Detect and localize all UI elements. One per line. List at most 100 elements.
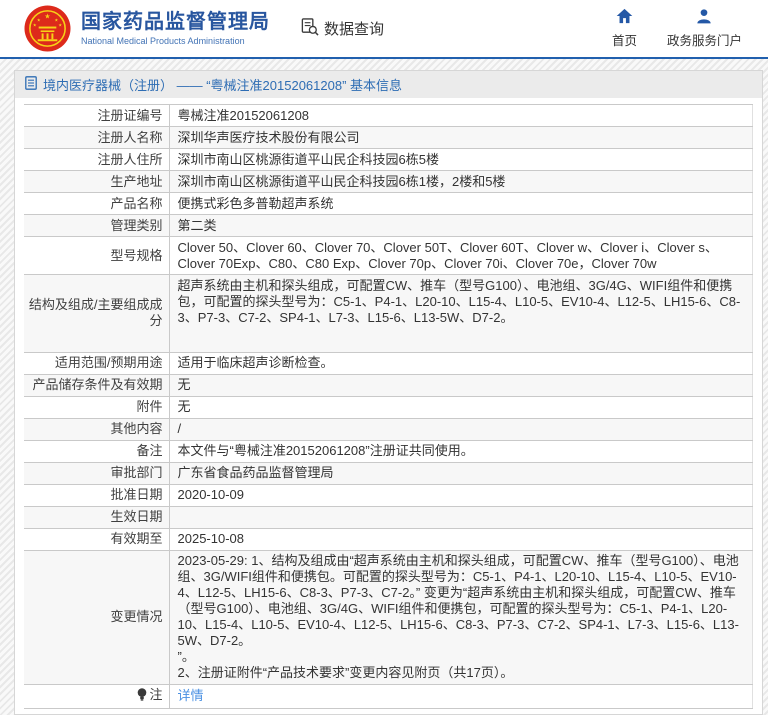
table-row: 产品名称 便携式彩色多普勒超声系统 bbox=[24, 192, 753, 215]
row-value: Clover 50、Clover 60、Clover 70、Clover 50T… bbox=[177, 239, 718, 271]
row-label-text: 附件 bbox=[136, 399, 163, 414]
row-value: 深圳华声医疗技术股份有限公司 bbox=[177, 129, 360, 145]
row-value: 广东省食品药品监督管理局 bbox=[177, 465, 334, 480]
row-value: 本文件与“粤械注准20152061208”注册证共同使用。 bbox=[177, 443, 474, 458]
row-label-text: 产品储存条件及有效期 bbox=[32, 377, 163, 392]
svg-text:★: ★ bbox=[37, 18, 41, 23]
row-value: 便携式彩色多普勒超声系统 bbox=[177, 195, 334, 211]
row-value: 超声系统由主机和探头组成，可配置CW、推车（型号G100）、电池组、3G/4G、… bbox=[177, 277, 741, 325]
row-value: 粤械注准20152061208 bbox=[177, 107, 310, 123]
row-label-text: 注册证编号 bbox=[97, 107, 163, 123]
table-row: 注册人住所 深圳市南山区桃源街道平山民企科技园6栋5楼 bbox=[24, 148, 753, 171]
row-label-text: 生产地址 bbox=[110, 173, 163, 189]
table-row: 注册证编号 粤械注准20152061208 bbox=[24, 104, 753, 127]
row-label: 产品储存条件及有效期 bbox=[24, 374, 170, 396]
row-value: 详情 bbox=[169, 684, 753, 708]
row-label-text: 注册人住所 bbox=[97, 151, 163, 167]
content-panel: 境内医疗器械（注册） —— “粤械注准20152061208” 基本信息 注册证… bbox=[14, 70, 763, 715]
row-label: 注 bbox=[24, 684, 170, 708]
table-row: 注册人名称 深圳华声医疗技术股份有限公司 bbox=[24, 126, 753, 149]
row-value: 深圳市南山区桃源街道平山民企科技园6栋1楼，2楼和5楼 bbox=[177, 173, 506, 189]
table-row: 其他内容 / bbox=[24, 418, 753, 440]
national-emblem-icon: ★ ★ ★ ★ ★ bbox=[24, 5, 71, 52]
row-label: 结构及组成/主要组成成分 bbox=[24, 274, 170, 352]
row-label: 生产地址 bbox=[24, 170, 170, 193]
user-icon bbox=[696, 8, 712, 27]
table-row: 审批部门 广东省食品药品监督管理局 bbox=[24, 462, 753, 484]
row-label-text: 生效日期 bbox=[110, 509, 163, 524]
row-value: 2023-05-29: 1、结构及组成由“超声系统由主机和探头组成，可配置CW、… bbox=[177, 553, 739, 680]
table-row: 批准日期 2020-10-09 bbox=[24, 484, 753, 506]
row-label-text: 管理类别 bbox=[110, 217, 163, 233]
nav-home-label: 首页 bbox=[611, 34, 637, 48]
table-row: 适用范围/预期用途 适用于临床超声诊断检查。 bbox=[24, 352, 753, 374]
svg-text:★: ★ bbox=[33, 23, 37, 28]
table-row: 有效期至 2025-10-08 bbox=[24, 528, 753, 550]
row-value: 深圳市南山区桃源街道平山民企科技园6栋5楼 bbox=[177, 151, 439, 167]
table-row: 生产地址 深圳市南山区桃源街道平山民企科技园6栋1楼，2楼和5楼 bbox=[24, 170, 753, 193]
row-label-text: 注册人名称 bbox=[97, 129, 163, 145]
breadcrumb-text: 境内医疗器械（注册） —— “粤械注准20152061208” 基本信息 bbox=[43, 78, 403, 93]
row-label: 其他内容 bbox=[24, 418, 170, 440]
agency-title-block: 国家药品监督管理局 National Medical Products Admi… bbox=[81, 11, 270, 46]
row-label-text: 型号规格 bbox=[110, 247, 163, 263]
table-row: 产品储存条件及有效期 无 bbox=[24, 374, 753, 396]
site-header: ★ ★ ★ ★ ★ 国家药品监督管理局 National Medical Pro… bbox=[0, 0, 768, 57]
data-query-label: 数据查询 bbox=[324, 21, 385, 38]
row-value: 2020-10-09 bbox=[177, 487, 245, 502]
table-row: 备注 本文件与“粤械注准20152061208”注册证共同使用。 bbox=[24, 440, 753, 462]
nav-gov-portal[interactable]: 政务服务门户 bbox=[667, 8, 742, 49]
table-row: 型号规格 Clover 50、Clover 60、Clover 70、Clove… bbox=[24, 236, 753, 275]
table-row: 管理类别 第二类 bbox=[24, 214, 753, 237]
row-label-text: 有效期至 bbox=[110, 531, 163, 546]
row-label: 变更情况 bbox=[24, 550, 170, 684]
home-icon bbox=[616, 8, 633, 27]
agency-name-en: National Medical Products Administration bbox=[81, 35, 245, 46]
row-label-text: 结构及组成/主要组成成分 bbox=[28, 297, 163, 329]
table-row: 附件 无 bbox=[24, 396, 753, 418]
svg-text:★: ★ bbox=[58, 23, 62, 28]
row-value bbox=[169, 506, 753, 528]
row-value: / bbox=[177, 421, 182, 436]
note-bulb-icon bbox=[137, 688, 147, 705]
row-value: 2025-10-08 bbox=[177, 531, 245, 546]
nav-portal-label: 政务服务门户 bbox=[666, 34, 742, 48]
svg-text:★: ★ bbox=[44, 14, 50, 21]
data-query-link[interactable]: 数据查询 bbox=[300, 17, 384, 40]
row-value: 无 bbox=[177, 377, 191, 392]
row-label-text: 批准日期 bbox=[110, 487, 163, 502]
row-label-text: 产品名称 bbox=[110, 195, 163, 211]
header-nav: 首页 政务服务门户 bbox=[612, 8, 768, 49]
row-label: 注册证编号 bbox=[24, 104, 170, 127]
table-row: 注 详情 bbox=[24, 684, 753, 708]
registration-info-table: 注册证编号 粤械注准20152061208 注册人名称 深圳华声医疗技术股份有限… bbox=[24, 104, 753, 709]
agency-name-cn: 国家药品监督管理局 bbox=[81, 10, 270, 33]
row-label: 批准日期 bbox=[24, 484, 170, 506]
header-divider bbox=[0, 57, 768, 59]
row-label: 备注 bbox=[24, 440, 170, 462]
row-label: 注册人住所 bbox=[24, 148, 170, 171]
breadcrumb: 境内医疗器械（注册） —— “粤械注准20152061208” 基本信息 bbox=[15, 71, 762, 98]
row-label-text: 备注 bbox=[136, 443, 163, 458]
row-label: 管理类别 bbox=[24, 214, 170, 237]
row-value: 适用于临床超声诊断检查。 bbox=[177, 355, 334, 370]
row-label: 生效日期 bbox=[24, 506, 170, 528]
row-label: 产品名称 bbox=[24, 192, 170, 215]
row-label: 型号规格 bbox=[24, 236, 170, 275]
table-row: 结构及组成/主要组成成分 超声系统由主机和探头组成，可配置CW、推车（型号G10… bbox=[24, 274, 753, 352]
table-row: 变更情况 2023-05-29: 1、结构及组成由“超声系统由主机和探头组成，可… bbox=[24, 550, 753, 684]
row-label-text: 变更情况 bbox=[110, 609, 163, 624]
row-label: 附件 bbox=[24, 396, 170, 418]
details-link[interactable]: 详情 bbox=[178, 688, 204, 703]
nav-home[interactable]: 首页 bbox=[612, 8, 637, 49]
row-label-text: 其他内容 bbox=[110, 421, 163, 436]
document-icon bbox=[25, 76, 37, 93]
row-label: 注册人名称 bbox=[24, 126, 170, 149]
row-label-text: 审批部门 bbox=[110, 465, 163, 480]
row-label-text: 适用范围/预期用途 bbox=[54, 355, 163, 370]
row-label: 审批部门 bbox=[24, 462, 170, 484]
table-row: 生效日期 bbox=[24, 506, 753, 528]
document-search-icon bbox=[300, 17, 319, 40]
row-label: 适用范围/预期用途 bbox=[24, 352, 170, 374]
info-table-body: 注册证编号 粤械注准20152061208 注册人名称 深圳华声医疗技术股份有限… bbox=[24, 104, 753, 708]
